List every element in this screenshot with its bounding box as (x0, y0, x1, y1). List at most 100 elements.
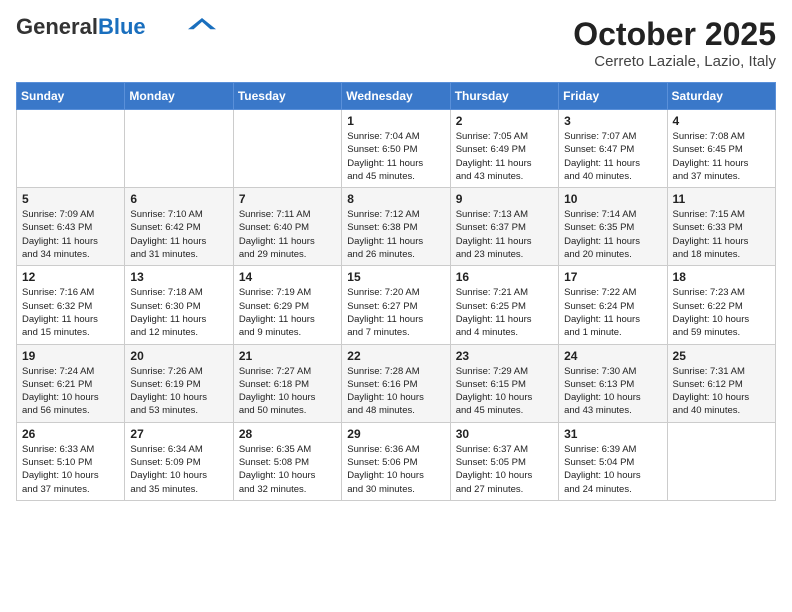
day-number: 9 (456, 192, 553, 206)
cell-text: Sunrise: 7:09 AMSunset: 6:43 PMDaylight:… (22, 208, 119, 261)
cell-text: Sunrise: 7:13 AMSunset: 6:37 PMDaylight:… (456, 208, 553, 261)
calendar-cell: 31 Sunrise: 6:39 AMSunset: 5:04 PMDayligh… (559, 422, 667, 500)
cell-text: Sunrise: 7:26 AMSunset: 6:19 PMDaylight:… (130, 365, 227, 418)
title-block: October 2025 Cerreto Laziale, Lazio, Ita… (573, 16, 776, 70)
day-number: 16 (456, 270, 553, 284)
calendar-cell: 5 Sunrise: 7:09 AMSunset: 6:43 PMDaylight… (17, 188, 125, 266)
cell-text: Sunrise: 7:07 AMSunset: 6:47 PMDaylight:… (564, 130, 661, 183)
logo-text: GeneralBlue (16, 16, 146, 38)
cell-text: Sunrise: 7:22 AMSunset: 6:24 PMDaylight:… (564, 286, 661, 339)
calendar-week-row: 26 Sunrise: 6:33 AMSunset: 5:10 PMDayligh… (17, 422, 776, 500)
calendar-cell: 20Sunrise: 7:26 AMSunset: 6:19 PMDayligh… (125, 344, 233, 422)
day-number: 29 (347, 427, 444, 441)
calendar-cell: 9 Sunrise: 7:13 AMSunset: 6:37 PMDaylight… (450, 188, 558, 266)
calendar-cell: 16 Sunrise: 7:21 AMSunset: 6:25 PMDayligh… (450, 266, 558, 344)
day-number: 18 (673, 270, 770, 284)
cell-text: Sunrise: 6:33 AMSunset: 5:10 PMDaylight:… (22, 443, 119, 496)
weekday-header: Monday (125, 83, 233, 110)
calendar-cell: 29 Sunrise: 6:36 AMSunset: 5:06 PMDayligh… (342, 422, 450, 500)
calendar-cell (17, 110, 125, 188)
cell-text: Sunrise: 7:23 AMSunset: 6:22 PMDaylight:… (673, 286, 770, 339)
logo-blue: Blue (98, 14, 146, 39)
cell-text: Sunrise: 7:28 AMSunset: 6:16 PMDaylight:… (347, 365, 444, 418)
day-number: 15 (347, 270, 444, 284)
day-number: 3 (564, 114, 661, 128)
calendar-cell: 17 Sunrise: 7:22 AMSunset: 6:24 PMDayligh… (559, 266, 667, 344)
day-number: 19 (22, 349, 119, 363)
calendar-cell: 6 Sunrise: 7:10 AMSunset: 6:42 PMDaylight… (125, 188, 233, 266)
calendar-cell: 24 Sunrise: 7:30 AMSunset: 6:13 PMDayligh… (559, 344, 667, 422)
weekday-header: Saturday (667, 83, 775, 110)
cell-text: Sunrise: 6:39 AMSunset: 5:04 PMDaylight:… (564, 443, 661, 496)
cell-text: Sunrise: 7:05 AMSunset: 6:49 PMDaylight:… (456, 130, 553, 183)
calendar-week-row: 19 Sunrise: 7:24 AMSunset: 6:21 PMDayligh… (17, 344, 776, 422)
calendar-cell: 23Sunrise: 7:29 AMSunset: 6:15 PMDayligh… (450, 344, 558, 422)
weekday-header: Friday (559, 83, 667, 110)
day-number: 13 (130, 270, 227, 284)
weekday-header: Thursday (450, 83, 558, 110)
day-number: 2 (456, 114, 553, 128)
calendar-cell: 21 Sunrise: 7:27 AMSunset: 6:18 PMDayligh… (233, 344, 341, 422)
day-number: 6 (130, 192, 227, 206)
calendar-cell: 22 Sunrise: 7:28 AMSunset: 6:16 PMDayligh… (342, 344, 450, 422)
cell-text: Sunrise: 6:36 AMSunset: 5:06 PMDaylight:… (347, 443, 444, 496)
calendar-week-row: 12 Sunrise: 7:16 AMSunset: 6:32 PMDayligh… (17, 266, 776, 344)
calendar-cell: 3 Sunrise: 7:07 AMSunset: 6:47 PMDaylight… (559, 110, 667, 188)
day-number: 8 (347, 192, 444, 206)
day-number: 12 (22, 270, 119, 284)
calendar-cell: 1Sunrise: 7:04 AMSunset: 6:50 PMDaylight… (342, 110, 450, 188)
calendar-cell: 28 Sunrise: 6:35 AMSunset: 5:08 PMDayligh… (233, 422, 341, 500)
calendar-cell: 30 Sunrise: 6:37 AMSunset: 5:05 PMDayligh… (450, 422, 558, 500)
cell-text: Sunrise: 7:24 AMSunset: 6:21 PMDaylight:… (22, 365, 119, 418)
weekday-header: Wednesday (342, 83, 450, 110)
calendar-cell (233, 110, 341, 188)
day-number: 22 (347, 349, 444, 363)
calendar-cell: 27Sunrise: 6:34 AMSunset: 5:09 PMDayligh… (125, 422, 233, 500)
cell-text: Sunrise: 7:20 AMSunset: 6:27 PMDaylight:… (347, 286, 444, 339)
day-number: 27 (130, 427, 227, 441)
weekday-header: Tuesday (233, 83, 341, 110)
calendar-cell: 25Sunrise: 7:31 AMSunset: 6:12 PMDayligh… (667, 344, 775, 422)
cell-text: Sunrise: 7:11 AMSunset: 6:40 PMDaylight:… (239, 208, 336, 261)
day-number: 30 (456, 427, 553, 441)
calendar-table: SundayMondayTuesdayWednesdayThursdayFrid… (16, 82, 776, 501)
cell-text: Sunrise: 7:29 AMSunset: 6:15 PMDaylight:… (456, 365, 553, 418)
day-number: 21 (239, 349, 336, 363)
calendar-subtitle: Cerreto Laziale, Lazio, Italy (573, 53, 776, 70)
cell-text: Sunrise: 7:12 AMSunset: 6:38 PMDaylight:… (347, 208, 444, 261)
day-number: 17 (564, 270, 661, 284)
day-number: 10 (564, 192, 661, 206)
calendar-cell (125, 110, 233, 188)
weekday-header: Sunday (17, 83, 125, 110)
calendar-cell: 12 Sunrise: 7:16 AMSunset: 6:32 PMDayligh… (17, 266, 125, 344)
cell-text: Sunrise: 7:30 AMSunset: 6:13 PMDaylight:… (564, 365, 661, 418)
page-header: GeneralBlue October 2025 Cerreto Laziale… (16, 16, 776, 70)
cell-text: Sunrise: 6:37 AMSunset: 5:05 PMDaylight:… (456, 443, 553, 496)
cell-text: Sunrise: 7:31 AMSunset: 6:12 PMDaylight:… (673, 365, 770, 418)
cell-text: Sunrise: 7:21 AMSunset: 6:25 PMDaylight:… (456, 286, 553, 339)
day-number: 28 (239, 427, 336, 441)
calendar-cell: 11Sunrise: 7:15 AMSunset: 6:33 PMDayligh… (667, 188, 775, 266)
cell-text: Sunrise: 7:08 AMSunset: 6:45 PMDaylight:… (673, 130, 770, 183)
calendar-cell: 14Sunrise: 7:19 AMSunset: 6:29 PMDayligh… (233, 266, 341, 344)
cell-text: Sunrise: 6:35 AMSunset: 5:08 PMDaylight:… (239, 443, 336, 496)
cell-text: Sunrise: 7:27 AMSunset: 6:18 PMDaylight:… (239, 365, 336, 418)
day-number: 1 (347, 114, 444, 128)
cell-text: Sunrise: 7:15 AMSunset: 6:33 PMDaylight:… (673, 208, 770, 261)
calendar-cell: 13 Sunrise: 7:18 AMSunset: 6:30 PMDayligh… (125, 266, 233, 344)
day-number: 7 (239, 192, 336, 206)
logo-icon (188, 18, 216, 32)
day-number: 26 (22, 427, 119, 441)
cell-text: Sunrise: 7:10 AMSunset: 6:42 PMDaylight:… (130, 208, 227, 261)
cell-text: Sunrise: 7:18 AMSunset: 6:30 PMDaylight:… (130, 286, 227, 339)
day-number: 4 (673, 114, 770, 128)
day-number: 31 (564, 427, 661, 441)
day-number: 24 (564, 349, 661, 363)
cell-text: Sunrise: 7:16 AMSunset: 6:32 PMDaylight:… (22, 286, 119, 339)
weekday-header-row: SundayMondayTuesdayWednesdayThursdayFrid… (17, 83, 776, 110)
calendar-cell: 8 Sunrise: 7:12 AMSunset: 6:38 PMDaylight… (342, 188, 450, 266)
calendar-cell: 7 Sunrise: 7:11 AMSunset: 6:40 PMDaylight… (233, 188, 341, 266)
calendar-cell: 26 Sunrise: 6:33 AMSunset: 5:10 PMDayligh… (17, 422, 125, 500)
day-number: 5 (22, 192, 119, 206)
calendar-week-row: 5 Sunrise: 7:09 AMSunset: 6:43 PMDaylight… (17, 188, 776, 266)
